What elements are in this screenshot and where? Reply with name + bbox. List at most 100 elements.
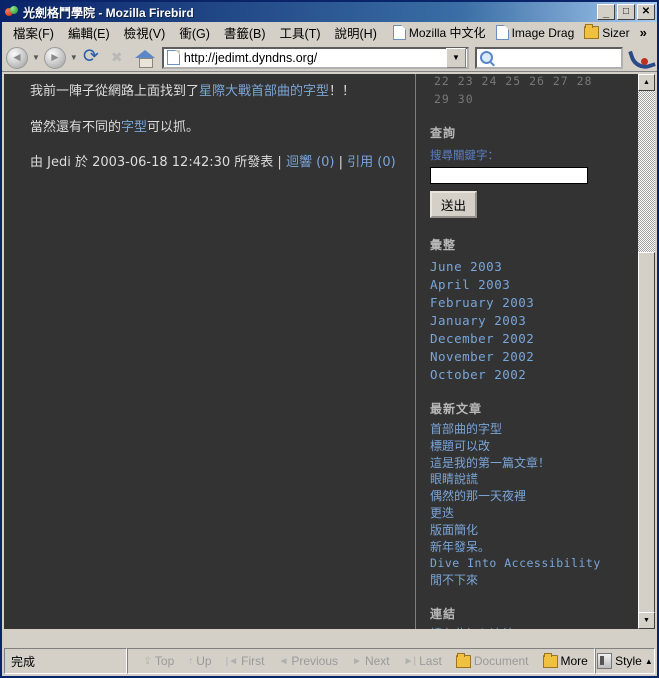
comments-link[interactable]: 迴響 (0) <box>286 155 335 170</box>
recent-post-link[interactable]: 閒不下來 <box>430 573 626 588</box>
nav-up-button[interactable]: ↑ Up <box>182 654 217 668</box>
previous-icon: ◄ <box>278 655 289 667</box>
address-dropdown-button[interactable]: ▼ <box>446 47 466 68</box>
bookmark-label: Image Drag <box>511 25 575 40</box>
nav-label: Document <box>473 654 529 668</box>
nav-previous-button[interactable]: ◄ Previous <box>272 654 344 668</box>
entry-byline: 由 Jedi 於 2003-06-18 12:42:30 所發表 | 迴響 (0… <box>30 153 399 173</box>
sidebar-search-submit-button[interactable]: 送出 <box>430 191 478 218</box>
recent-posts-heading: 最新文章 <box>430 402 483 416</box>
window-title: 光劍格鬥學院 - Mozilla Firebird <box>23 5 194 20</box>
add-link-link[interactable]: 請在此加入連結 <box>430 628 626 629</box>
paragraph-text: ！！ <box>329 84 356 99</box>
recent-post-link[interactable]: 眼睛說謊 <box>430 473 626 487</box>
title-bar: 光劍格鬥學院 - Mozilla Firebird _ □ ✕ <box>2 2 657 22</box>
maximize-icon: □ <box>622 5 630 17</box>
trackbacks-link[interactable]: 引用 (0) <box>347 155 396 170</box>
recent-post-link[interactable]: 首部曲的字型 <box>430 422 626 437</box>
bookmark-label: Sizer <box>602 25 630 40</box>
nav-first-button[interactable]: |◄ First <box>220 654 271 668</box>
last-icon: ►| <box>403 655 417 667</box>
search-section-heading: 查詢 <box>430 126 457 140</box>
menu-edit[interactable]: 編輯(E) <box>61 21 117 44</box>
recent-post-link[interactable]: 新年發呆。 <box>430 540 626 555</box>
paragraph-text: 我前一陣子從網路上面找到了 <box>30 84 200 99</box>
menu-view[interactable]: 檢視(V) <box>117 21 173 44</box>
recent-post-link[interactable]: 這是我的第一篇文章！ <box>430 456 626 471</box>
back-button[interactable]: ◄ <box>5 46 29 70</box>
entry-paragraph-1: 我前一陣子從網路上面找到了星際大戰首部曲的字型！！ <box>30 82 399 102</box>
calendar-row: 22 23 24 25 26 27 28 <box>434 74 593 88</box>
menu-tools[interactable]: 工具(T) <box>273 21 328 44</box>
style-switcher-button[interactable]: Style ▲ <box>594 648 655 674</box>
window-controls: _ □ ✕ <box>597 4 655 20</box>
navigation-toolbar: ◄ ▼ ► ▼ http://jedimt.dyndns.org/ ▼ <box>2 44 657 72</box>
sidebar-search-input[interactable] <box>430 167 588 184</box>
scrollbar-thumb[interactable] <box>638 252 655 627</box>
bookmark-image-drag[interactable]: Image Drag <box>491 24 580 41</box>
maximize-button[interactable]: □ <box>617 4 635 20</box>
recent-post-link[interactable]: Dive Into Accessibility <box>430 557 626 570</box>
search-input[interactable] <box>493 49 621 66</box>
nav-more-button[interactable]: More <box>537 652 594 668</box>
up-arrow-icon: ↑ <box>188 655 194 667</box>
recent-post-link[interactable]: 標題可以改 <box>430 439 626 454</box>
close-button[interactable]: ✕ <box>637 4 655 20</box>
archive-link[interactable]: November 2002 <box>430 349 626 364</box>
first-icon: |◄ <box>225 655 239 667</box>
reload-icon <box>83 45 103 68</box>
paragraph-text: 當然還有不同的 <box>30 119 122 135</box>
search-keyword-label: 搜尋關鍵字： <box>430 148 499 162</box>
home-button[interactable] <box>133 46 157 70</box>
address-bar[interactable]: http://jedimt.dyndns.org/ ▼ <box>161 46 469 69</box>
recent-post-link[interactable]: 更迭 <box>430 506 626 521</box>
archive-link[interactable]: June 2003 <box>430 259 626 274</box>
reload-button[interactable] <box>81 45 105 70</box>
vertical-scrollbar[interactable]: ▲ ▼ <box>638 74 655 629</box>
style-label: Style <box>615 654 642 668</box>
nav-label: Up <box>196 654 212 668</box>
recent-post-link[interactable]: 版面簡化 <box>430 523 626 538</box>
bookmark-mozilla-chinese[interactable]: Mozilla 中文化 <box>388 23 491 42</box>
nav-last-button[interactable]: ►| Last <box>398 654 448 668</box>
stop-button[interactable] <box>107 46 131 70</box>
menu-bookmarks[interactable]: 書籤(B) <box>217 21 273 44</box>
entry-column: 我前一陣子從網路上面找到了星際大戰首部曲的字型！！ 當然還有不同的字型可以抓。 … <box>4 74 409 189</box>
archive-link[interactable]: January 2003 <box>430 313 626 328</box>
archive-link[interactable]: October 2002 <box>430 367 626 382</box>
forward-dropdown-button[interactable]: ▼ <box>70 53 78 62</box>
scroll-up-button[interactable]: ▲ <box>638 74 655 91</box>
menu-bar: 檔案(F) 編輯(E) 檢視(V) 衝(G) 書籤(B) 工具(T) 說明(H)… <box>2 22 657 44</box>
paragraph-text: 可以抓。 <box>147 119 200 135</box>
top-arrow-icon: ⇪ <box>143 655 152 667</box>
forward-button[interactable]: ► <box>43 46 67 70</box>
style-icon <box>597 653 613 669</box>
archive-link[interactable]: February 2003 <box>430 295 626 310</box>
web-page: 我前一陣子從網路上面找到了星際大戰首部曲的字型！！ 當然還有不同的字型可以抓。 … <box>4 74 638 629</box>
nav-top-button[interactable]: ⇪ Top <box>138 654 181 668</box>
folder-icon <box>584 24 600 39</box>
nav-next-button[interactable]: ► Next <box>346 654 396 668</box>
menu-go[interactable]: 衝(G) <box>172 21 217 44</box>
archive-link[interactable]: December 2002 <box>430 331 626 346</box>
recent-post-link[interactable]: 偶然的那一天夜裡 <box>430 489 626 504</box>
search-bar[interactable] <box>475 46 623 69</box>
menu-file[interactable]: 檔案(F) <box>6 21 61 44</box>
nav-label: More <box>560 654 588 668</box>
nav-label: Next <box>364 654 390 668</box>
entry-link-starwars-font[interactable]: 星際大戰首部曲的字型 <box>199 84 329 99</box>
menu-help[interactable]: 說明(H) <box>328 21 384 44</box>
scroll-down-button[interactable]: ▼ <box>638 612 655 629</box>
next-icon: ► <box>352 655 362 667</box>
entry-link-font[interactable]: 字型 <box>121 120 147 135</box>
archives-heading: 彙整 <box>430 238 457 252</box>
site-navigation-toolbar: ⇪ Top ↑ Up |◄ First ◄ Previous ► Next ►|… <box>126 648 595 674</box>
minimize-button[interactable]: _ <box>597 4 615 20</box>
archive-link[interactable]: April 2003 <box>430 277 626 292</box>
bookmark-sizer[interactable]: Sizer <box>579 24 634 41</box>
bookmarks-overflow-button[interactable]: » <box>635 25 652 40</box>
chevron-up-icon: ▲ <box>644 656 653 666</box>
page-icon <box>392 25 406 40</box>
back-dropdown-button[interactable]: ▼ <box>32 53 40 62</box>
nav-document-button[interactable]: Document <box>450 652 535 668</box>
